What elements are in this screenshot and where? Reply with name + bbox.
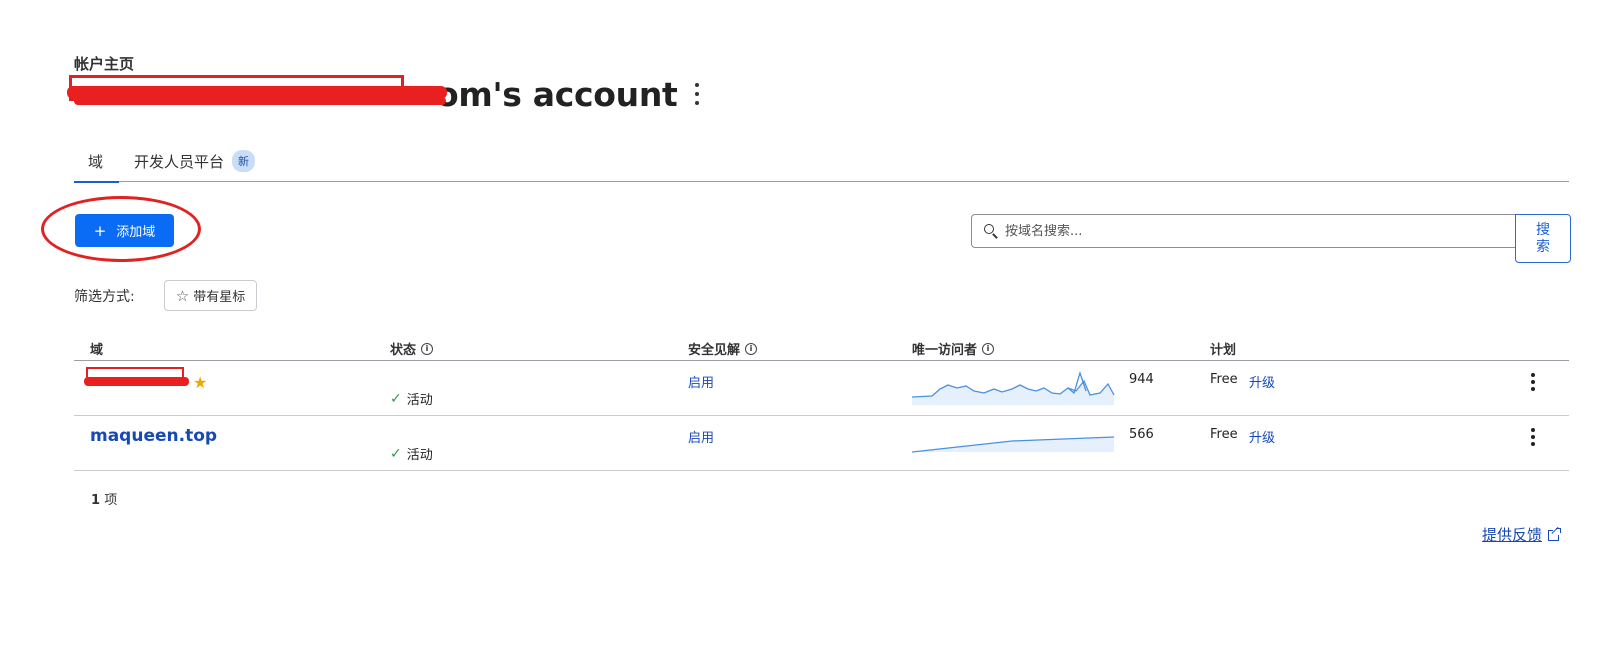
table-row: maqueen.top ✓ 活动 启用 566 Free 升级 bbox=[74, 416, 1569, 471]
visitors-count: 944 bbox=[1129, 372, 1154, 387]
visitors-sparkline bbox=[912, 370, 1115, 405]
upgrade-link[interactable]: 升级 bbox=[1249, 372, 1275, 391]
star-outline-icon: ☆ bbox=[175, 286, 190, 305]
redaction-scribble bbox=[84, 377, 189, 386]
external-link-icon bbox=[1548, 526, 1562, 541]
check-icon: ✓ bbox=[390, 445, 402, 462]
tab-developer-platform[interactable]: 开发人员平台 新 bbox=[119, 140, 270, 182]
search-icon bbox=[984, 224, 998, 239]
status-badge: ✓ 活动 bbox=[390, 445, 433, 464]
search-input[interactable] bbox=[1005, 223, 1485, 239]
visitors-sparkline bbox=[912, 436, 1115, 453]
upgrade-link[interactable]: 升级 bbox=[1249, 427, 1275, 446]
domain-link[interactable]: maqueen.top bbox=[90, 426, 217, 446]
row-menu-icon[interactable] bbox=[1529, 428, 1537, 446]
visitors-count: 566 bbox=[1129, 427, 1154, 442]
column-security[interactable]: 安全见解 i bbox=[688, 339, 758, 358]
column-domain[interactable]: 域 bbox=[90, 339, 103, 358]
tab-domains[interactable]: 域 bbox=[74, 140, 120, 183]
security-enable-link[interactable]: 启用 bbox=[688, 427, 714, 446]
table-header: 域 状态 i 安全见解 i 唯一访问者 i 计划 bbox=[74, 331, 1569, 361]
search-button[interactable]: 搜索 bbox=[1515, 214, 1571, 263]
new-badge: 新 bbox=[232, 150, 256, 172]
column-visitors[interactable]: 唯一访问者 i bbox=[912, 339, 995, 358]
breadcrumb[interactable]: 帐户主页 bbox=[74, 53, 134, 74]
security-enable-link[interactable]: 启用 bbox=[688, 372, 714, 391]
item-count: 1 项 bbox=[91, 493, 118, 508]
starred-filter-button[interactable]: ☆ 带有星标 bbox=[164, 280, 257, 311]
info-icon[interactable]: i bbox=[421, 342, 434, 355]
plan-name: Free bbox=[1210, 427, 1238, 442]
check-icon: ✓ bbox=[390, 390, 402, 407]
column-status[interactable]: 状态 i bbox=[390, 339, 434, 358]
tab-bar: 域 开发人员平台 新 bbox=[74, 140, 1569, 183]
info-icon[interactable]: i bbox=[745, 342, 758, 355]
search-field bbox=[971, 214, 1515, 248]
annotation-ellipse bbox=[41, 196, 201, 262]
redaction-scribble bbox=[74, 97, 446, 105]
star-filled-icon[interactable]: ★ bbox=[193, 373, 207, 392]
status-badge: ✓ 活动 bbox=[390, 390, 433, 409]
info-icon[interactable]: i bbox=[982, 342, 995, 355]
table-row: ★ ✓ 活动 启用 944 Free 升级 bbox=[74, 361, 1569, 416]
filter-label: 筛选方式: bbox=[74, 289, 135, 305]
feedback-link[interactable]: 提供反馈 bbox=[1482, 524, 1562, 545]
plan-name: Free bbox=[1210, 372, 1238, 387]
account-menu-icon[interactable] bbox=[692, 83, 702, 105]
domains-table: 域 状态 i 安全见解 i 唯一访问者 i 计划 ★ ✓ 活动 启用 944 Free … bbox=[74, 331, 1569, 471]
column-plan[interactable]: 计划 bbox=[1210, 339, 1236, 358]
row-menu-icon[interactable] bbox=[1529, 373, 1537, 391]
